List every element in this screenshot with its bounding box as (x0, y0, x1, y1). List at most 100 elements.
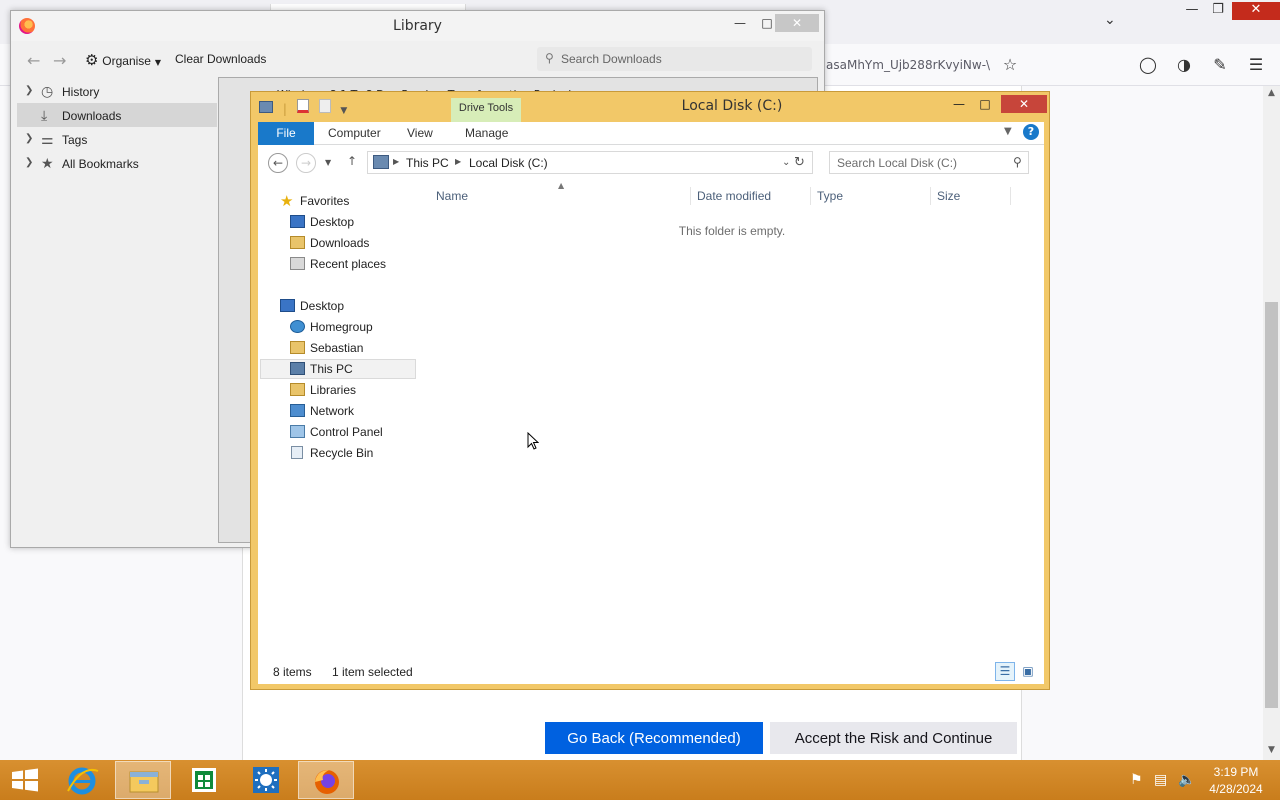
expand-arrow-icon[interactable]: ❯ (25, 85, 33, 96)
menu-icon[interactable]: ☰ (1245, 55, 1267, 77)
clock-time[interactable]: 3:19 PM (1200, 765, 1272, 779)
tab-manage[interactable]: Manage (465, 122, 508, 145)
clock-icon: ◷ (41, 83, 54, 99)
action-center-flag-icon[interactable]: ⚑ (1130, 772, 1143, 788)
ff-close-icon[interactable]: ✕ (1232, 2, 1280, 20)
breadcrumb-local-disk[interactable]: Local Disk (C:) (469, 156, 548, 170)
taskbar-internet-explorer[interactable] (54, 761, 110, 799)
file-list-pane[interactable]: ▲ Name Date modified Type Size This fold… (426, 181, 1044, 659)
taskbar-firefox[interactable] (298, 761, 354, 799)
nav-label: Favorites (300, 194, 350, 208)
tab-view[interactable]: View (407, 122, 433, 145)
nav-recent-places[interactable]: Recent places (260, 254, 416, 274)
network-icon (290, 404, 305, 417)
breadcrumb-separator-icon[interactable]: ▶ (393, 157, 399, 166)
nav-homegroup[interactable]: Homegroup (260, 317, 416, 337)
nav-sebastian[interactable]: Sebastian (260, 338, 416, 358)
library-forward-icon[interactable]: → (53, 51, 66, 70)
nav-label: Desktop (300, 299, 345, 313)
tree-item-tags[interactable]: ❯ ⚌ Tags (17, 127, 217, 151)
library-minimize-icon[interactable]: — (726, 14, 754, 32)
taskbar-store[interactable] (176, 761, 232, 799)
help-icon[interactable]: ? (1023, 124, 1039, 140)
organise-menu[interactable]: ⚙ Organise ▼ (85, 51, 161, 69)
list-tabs-chevron-icon[interactable]: ⌄ (1104, 12, 1116, 28)
url-bar-text[interactable]: asaMhYm_Ujb288rKvyiNw-\ (826, 58, 990, 72)
star-icon: ★ (41, 155, 54, 171)
library-back-icon[interactable]: ← (27, 51, 40, 70)
column-divider[interactable] (1010, 187, 1011, 205)
expand-arrow-icon[interactable]: ❯ (25, 157, 33, 168)
column-header-type[interactable]: Type (817, 189, 843, 203)
library-titlebar: Library — □ ✕ (11, 11, 824, 41)
scrollbar-thumb[interactable] (1265, 302, 1278, 708)
tag-icon: ⚌ (41, 131, 54, 147)
navigation-pane: ★ Favorites Desktop Downloads Recent pla… (258, 181, 418, 659)
column-divider[interactable] (930, 187, 931, 205)
expand-arrow-icon[interactable]: ❯ (25, 133, 33, 144)
explorer-close-icon[interactable]: ✕ (1001, 95, 1047, 113)
breadcrumb-separator-icon[interactable]: ▶ (455, 157, 461, 166)
nav-this-pc[interactable]: This PC (260, 359, 416, 379)
start-windows-icon[interactable] (10, 768, 40, 792)
address-bar[interactable]: ▶ This PC ▶ Local Disk (C:) ⌄ (367, 151, 813, 174)
clock-date[interactable]: 4/28/2024 (1200, 782, 1272, 796)
up-arrow-icon[interactable]: ↑ (347, 154, 357, 168)
sun-app-icon (253, 767, 279, 793)
ff-restore-icon[interactable]: ❐ (1203, 2, 1233, 20)
nav-downloads[interactable]: Downloads (260, 233, 416, 253)
extensions-icon[interactable]: ✎ (1209, 55, 1231, 77)
pocket-icon[interactable]: ◯ (1137, 55, 1159, 77)
expand-ribbon-icon[interactable]: ▼ (1004, 126, 1012, 137)
scroll-down-icon[interactable]: ▼ (1263, 745, 1280, 759)
nav-label: Desktop (310, 215, 355, 229)
forward-arrow-icon[interactable]: → (296, 153, 316, 173)
bookmark-star-icon[interactable]: ☆ (999, 55, 1021, 77)
taskbar-file-explorer[interactable] (115, 761, 171, 799)
details-view-icon[interactable]: ☰ (995, 662, 1015, 681)
tree-item-downloads[interactable]: ⤓ Downloads (17, 103, 217, 127)
taskbar-settings-app[interactable] (238, 761, 294, 799)
explorer-minimize-icon[interactable]: — (946, 95, 972, 113)
library-search-input[interactable]: ⚲ Search Downloads (537, 47, 812, 71)
large-icons-view-icon[interactable]: ▣ (1018, 662, 1038, 681)
desktop-icon (290, 215, 305, 228)
go-back-button[interactable]: Go Back (Recommended) (545, 722, 763, 754)
recycle-bin-icon (291, 446, 303, 459)
column-header-name[interactable]: Name (436, 189, 468, 203)
network-tray-icon[interactable]: ▤ (1154, 772, 1167, 788)
nav-libraries[interactable]: Libraries (260, 380, 416, 400)
library-close-icon[interactable]: ✕ (775, 14, 819, 32)
volume-muted-icon[interactable]: 🔈 (1178, 772, 1195, 788)
gear-icon: ⚙ (85, 51, 99, 69)
nav-label: Sebastian (310, 341, 364, 355)
recent-locations-icon[interactable]: ▼ (325, 158, 331, 167)
nav-network[interactable]: Network (260, 401, 416, 421)
column-header-date-modified[interactable]: Date modified (697, 189, 771, 203)
tree-label: Tags (62, 133, 88, 147)
column-divider[interactable] (810, 187, 811, 205)
scroll-up-icon[interactable]: ▲ (1263, 88, 1280, 102)
nav-desktop[interactable]: Desktop (260, 296, 416, 316)
tab-file[interactable]: File (258, 122, 314, 145)
nav-desktop-fav[interactable]: Desktop (260, 212, 416, 232)
library-tree: ❯ ◷ History ⤓ Downloads ❯ ⚌ Tags ❯ ★ All… (17, 79, 217, 175)
breadcrumb-this-pc[interactable]: This PC (406, 156, 449, 170)
control-panel-icon (290, 425, 305, 438)
explorer-search-input[interactable]: Search Local Disk (C:) ⚲ (829, 151, 1029, 174)
back-arrow-icon[interactable]: ← (268, 153, 288, 173)
nav-control-panel[interactable]: Control Panel (260, 422, 416, 442)
tree-item-history[interactable]: ❯ ◷ History (17, 79, 217, 103)
accept-risk-button[interactable]: Accept the Risk and Continue (770, 722, 1017, 754)
explorer-maximize-icon[interactable]: □ (972, 95, 998, 113)
refresh-icon[interactable]: ↻ (787, 151, 813, 174)
tree-item-all-bookmarks[interactable]: ❯ ★ All Bookmarks (17, 151, 217, 175)
account-icon[interactable]: ◑ (1173, 55, 1195, 77)
column-divider[interactable] (690, 187, 691, 205)
nav-recycle-bin[interactable]: Recycle Bin (260, 443, 416, 463)
clear-downloads-button[interactable]: Clear Downloads (175, 52, 266, 66)
nav-favorites[interactable]: ★ Favorites (260, 191, 416, 211)
search-icon: ⚲ (545, 51, 554, 65)
tab-computer[interactable]: Computer (328, 122, 381, 145)
column-header-size[interactable]: Size (937, 189, 960, 203)
